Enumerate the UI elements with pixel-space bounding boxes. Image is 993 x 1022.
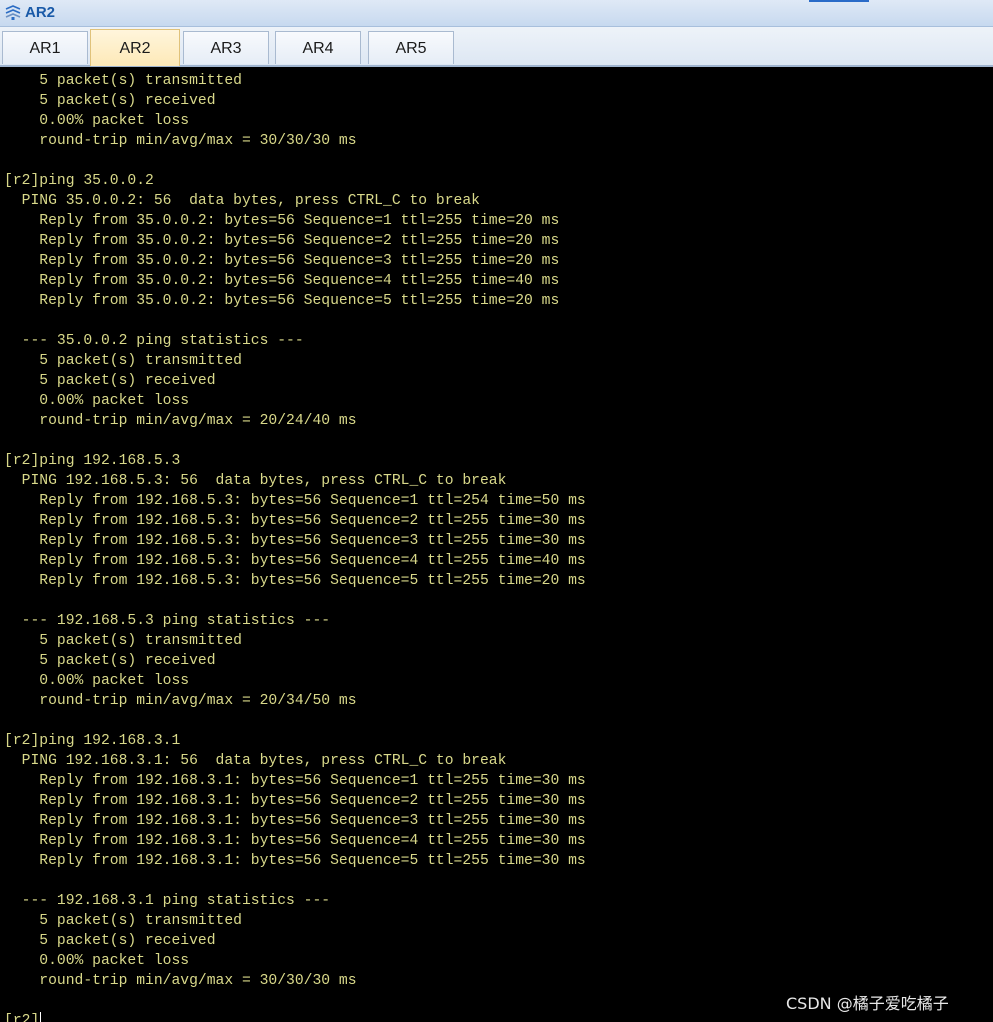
- terminal-line: Reply from 35.0.0.2: bytes=56 Sequence=2…: [4, 233, 560, 249]
- terminal-window: AR2 AR1 AR2 AR3 AR4 AR5 5 packet(s) tran…: [0, 0, 993, 1022]
- terminal-line: 5 packet(s) transmitted: [4, 353, 242, 369]
- terminal-line: Reply from 35.0.0.2: bytes=56 Sequence=5…: [4, 293, 560, 309]
- terminal-line: 5 packet(s) received: [4, 653, 216, 669]
- terminal-line: 5 packet(s) transmitted: [4, 913, 242, 929]
- terminal-line: Reply from 192.168.5.3: bytes=56 Sequenc…: [4, 493, 586, 509]
- tab-ar5[interactable]: AR5: [368, 31, 454, 64]
- title-bar: AR2: [0, 0, 993, 27]
- terminal-line: --- 192.168.3.1 ping statistics ---: [4, 893, 331, 909]
- terminal-line: Reply from 192.168.3.1: bytes=56 Sequenc…: [4, 773, 586, 789]
- window-title: AR2: [25, 4, 56, 21]
- terminal-line: Reply from 192.168.3.1: bytes=56 Sequenc…: [4, 833, 586, 849]
- terminal-line: [r2]ping 192.168.5.3: [4, 453, 181, 469]
- session-tab-bar: AR1 AR2 AR3 AR4 AR5: [0, 27, 993, 67]
- terminal-line: [r2]ping 35.0.0.2: [4, 173, 154, 189]
- terminal-line: 0.00% packet loss: [4, 113, 190, 129]
- terminal-line: 0.00% packet loss: [4, 393, 190, 409]
- terminal-line: Reply from 35.0.0.2: bytes=56 Sequence=1…: [4, 213, 560, 229]
- terminal-line: 0.00% packet loss: [4, 673, 190, 689]
- terminal-line: round-trip min/avg/max = 20/34/50 ms: [4, 693, 357, 709]
- terminal-line: 0.00% packet loss: [4, 953, 190, 969]
- terminal-line: Reply from 192.168.5.3: bytes=56 Sequenc…: [4, 553, 586, 569]
- terminal-line: PING 35.0.0.2: 56 data bytes, press CTRL…: [4, 193, 480, 209]
- tab-ar3[interactable]: AR3: [183, 31, 269, 64]
- terminal-line: Reply from 35.0.0.2: bytes=56 Sequence=4…: [4, 273, 560, 289]
- terminal-line: 5 packet(s) received: [4, 93, 216, 109]
- terminal-line: Reply from 35.0.0.2: bytes=56 Sequence=3…: [4, 253, 560, 269]
- terminal-line: 5 packet(s) received: [4, 933, 216, 949]
- terminal-line: PING 192.168.3.1: 56 data bytes, press C…: [4, 753, 507, 769]
- terminal-line: [r2]ping 192.168.3.1: [4, 733, 181, 749]
- terminal-line: Reply from 192.168.3.1: bytes=56 Sequenc…: [4, 853, 586, 869]
- terminal-line: Reply from 192.168.5.3: bytes=56 Sequenc…: [4, 513, 586, 529]
- terminal-line: --- 35.0.0.2 ping statistics ---: [4, 333, 304, 349]
- terminal-line: PING 192.168.5.3: 56 data bytes, press C…: [4, 473, 507, 489]
- terminal-line: round-trip min/avg/max = 30/30/30 ms: [4, 133, 357, 149]
- tab-ar1[interactable]: AR1: [2, 31, 88, 64]
- terminal-output[interactable]: 5 packet(s) transmitted 5 packet(s) rece…: [0, 67, 993, 1022]
- terminal-line: round-trip min/avg/max = 20/24/40 ms: [4, 413, 357, 429]
- tab-ar4[interactable]: AR4: [275, 31, 361, 64]
- terminal-line: Reply from 192.168.3.1: bytes=56 Sequenc…: [4, 813, 586, 829]
- tab-ar2[interactable]: AR2: [90, 29, 180, 66]
- terminal-line: 5 packet(s) received: [4, 373, 216, 389]
- terminal-line: 5 packet(s) transmitted: [4, 633, 242, 649]
- terminal-line: Reply from 192.168.3.1: bytes=56 Sequenc…: [4, 793, 586, 809]
- text-cursor: [40, 1012, 42, 1022]
- title-accent-bar: [809, 0, 869, 2]
- watermark: CSDN @橘子爱吃橘子: [786, 994, 949, 1013]
- network-router-icon: [4, 5, 22, 21]
- terminal-line: [r2]: [4, 1011, 42, 1022]
- terminal-line: Reply from 192.168.5.3: bytes=56 Sequenc…: [4, 533, 586, 549]
- terminal-line: 5 packet(s) transmitted: [4, 73, 242, 89]
- terminal-line: Reply from 192.168.5.3: bytes=56 Sequenc…: [4, 573, 586, 589]
- terminal-line: round-trip min/avg/max = 30/30/30 ms: [4, 973, 357, 989]
- terminal-line: --- 192.168.5.3 ping statistics ---: [4, 613, 331, 629]
